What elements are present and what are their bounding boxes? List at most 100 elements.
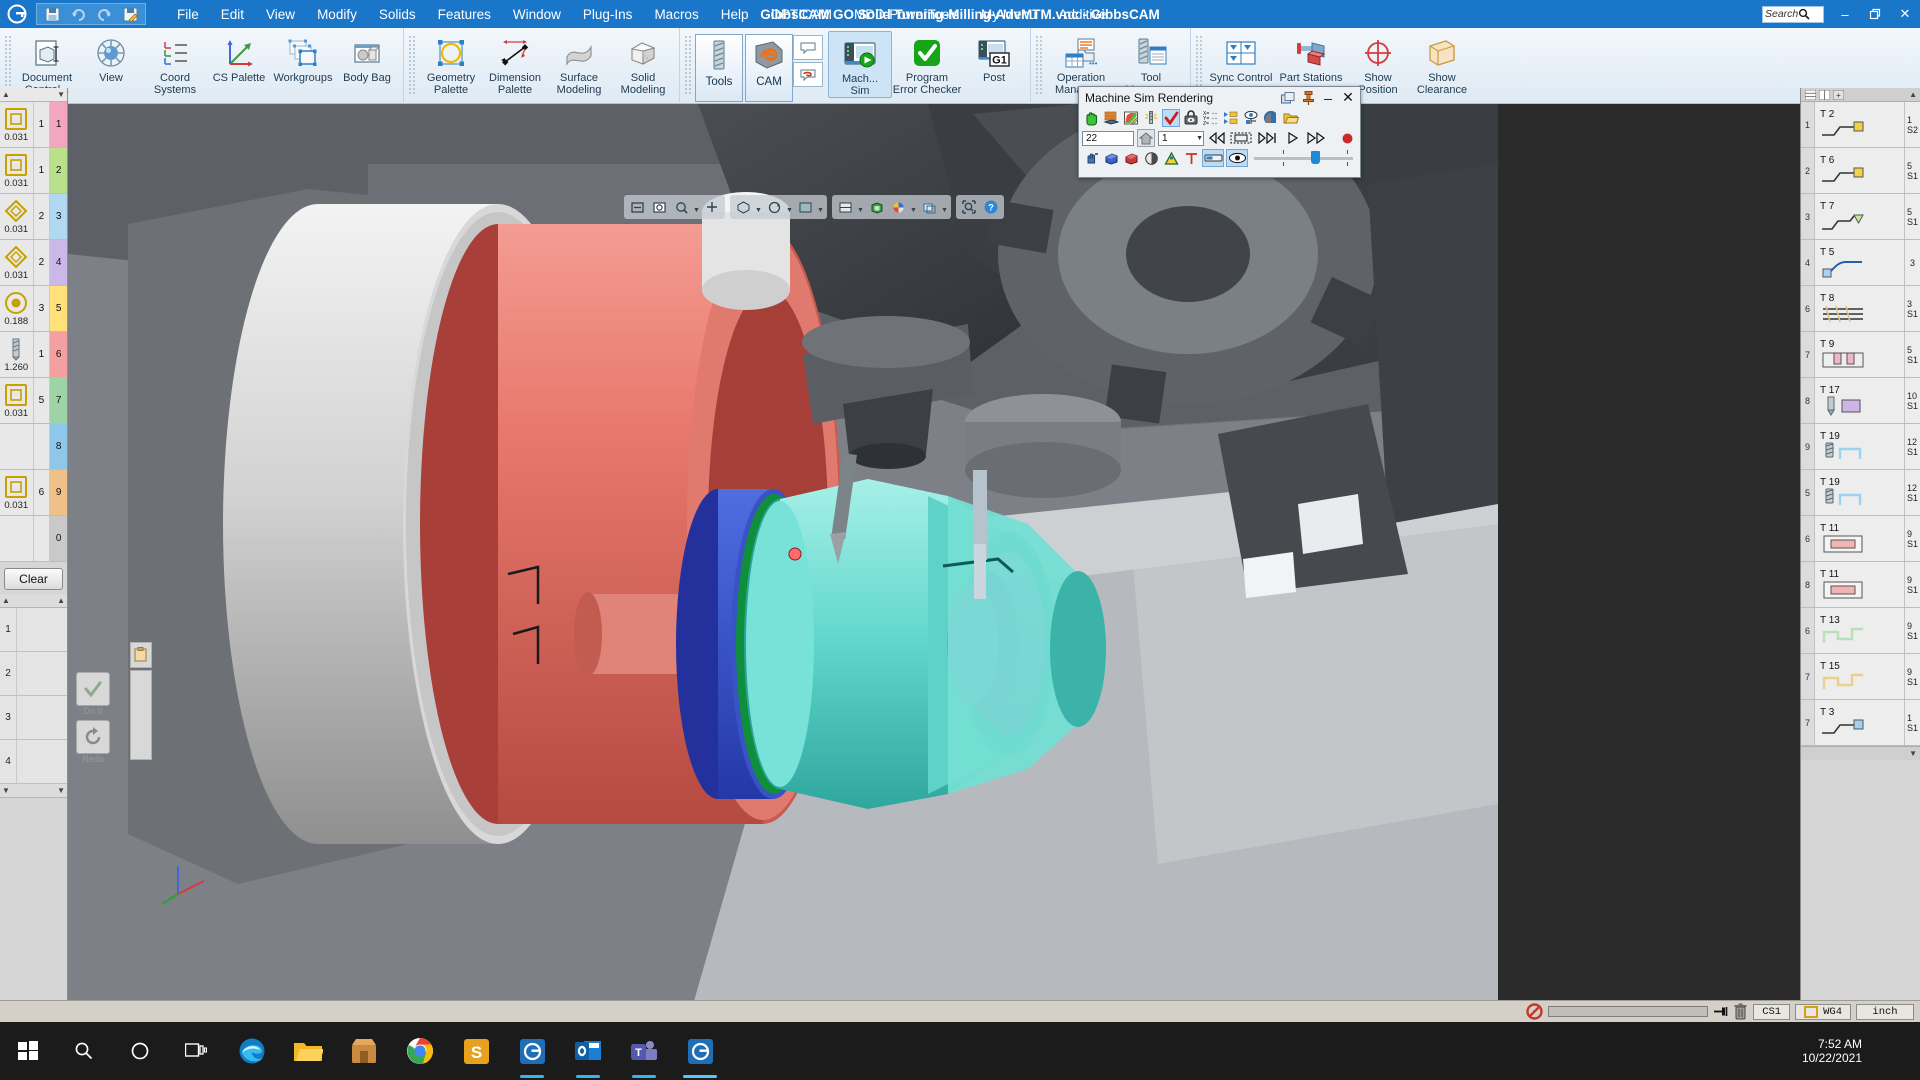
ribbon-dimension-palette[interactable]: Dimension Palette (483, 31, 547, 96)
tool-cell[interactable]: 1.260 (0, 332, 34, 377)
stop-sign-icon[interactable] (1526, 1003, 1543, 1020)
operation-body[interactable]: T 6 (1815, 148, 1904, 193)
tool-row[interactable]: 0 (0, 516, 67, 562)
trash-icon[interactable] (1733, 1003, 1748, 1020)
group-grip[interactable] (1035, 35, 1044, 95)
red-check-icon[interactable] (1162, 109, 1180, 127)
menu-opticam[interactable]: OPTICAM (759, 3, 843, 26)
menu-edit[interactable]: Edit (210, 3, 255, 26)
menu-modify[interactable]: Modify (306, 3, 368, 26)
pick-hand-icon[interactable] (1082, 149, 1100, 167)
window-controls[interactable]: Search – ✕ (1762, 0, 1920, 28)
close-icon[interactable]: ✕ (1338, 88, 1358, 107)
operation-body[interactable]: T 11 (1815, 516, 1904, 561)
operation-row[interactable]: 6 T 11 9 S1 (1801, 516, 1920, 562)
tool-row[interactable]: 0.031 2 4 (0, 240, 67, 286)
operation-body[interactable]: T 5 (1815, 240, 1904, 285)
operation-body[interactable]: T 17 (1815, 378, 1904, 423)
tool-list[interactable]: 0.031 1 1 0.031 1 2 0.031 2 3 0.031 2 4 … (0, 102, 67, 562)
record-red-dot-icon[interactable] (1338, 130, 1357, 146)
cam-callout-icon[interactable] (793, 62, 823, 87)
show-desktop-button[interactable] (1908, 1022, 1920, 1080)
operation-body[interactable]: T 9 (1815, 332, 1904, 377)
menu-macros[interactable]: Macros (643, 3, 709, 26)
speed-select[interactable]: 1 ▼ (1158, 130, 1204, 146)
ribbon-document-control[interactable]: Document Control... (15, 31, 79, 96)
start-button[interactable] (0, 1022, 56, 1080)
search-button[interactable] (56, 1022, 112, 1080)
operation-row[interactable]: 4 T 5 3 (1801, 240, 1920, 286)
cortana-button[interactable] (112, 1022, 168, 1080)
tool-palette[interactable]: ▲ ▼ 0.031 1 1 0.031 1 2 0.031 2 3 0.031 … (0, 88, 68, 1022)
do-it-button[interactable] (76, 672, 110, 706)
chevron-down-icon[interactable]: ▼ (1196, 135, 1203, 142)
gibbscam-window[interactable] (672, 1022, 728, 1080)
tool-cell[interactable]: 0.031 (0, 148, 34, 193)
outlook-app[interactable] (560, 1022, 616, 1080)
ribbon-program-error-checker[interactable]: Program Error Checker (892, 31, 962, 96)
minimize-button[interactable]: – (1830, 0, 1860, 28)
operation-row[interactable]: 8 T 17 10 S1 (1801, 378, 1920, 424)
scroll-down-icon[interactable]: ▲ (57, 596, 65, 605)
tool-palette-scroll-top[interactable]: ▲ ▼ (0, 88, 67, 102)
shade-blue-icon[interactable] (1262, 109, 1280, 127)
task-view-button[interactable] (168, 1022, 224, 1080)
operation-row[interactable]: 8 T 11 9 S1 (1801, 562, 1920, 608)
ribbon-cs-palette[interactable]: CS Palette (207, 31, 271, 84)
magnify-select-icon[interactable] (958, 197, 980, 218)
scroll-up-icon[interactable]: ▲ (2, 90, 10, 99)
play-icon[interactable] (1283, 130, 1302, 146)
redo-icon[interactable] (92, 4, 116, 24)
eye-machine-icon[interactable] (1242, 109, 1260, 127)
zoom-fit-icon[interactable] (648, 197, 670, 218)
ribbon-show-clearance[interactable]: Show Clearance (1410, 31, 1474, 96)
green-hand-icon[interactable] (1082, 109, 1100, 127)
chevron-down-icon[interactable]: ▼ (856, 197, 865, 218)
close-button[interactable]: ✕ (1890, 0, 1920, 28)
chevron-down-icon[interactable]: ▼ (909, 197, 918, 218)
chrome-app[interactable] (392, 1022, 448, 1080)
help-icon[interactable]: ? (980, 197, 1002, 218)
restore-button[interactable] (1860, 0, 1890, 28)
operation-row[interactable]: 7 T 15 9 S1 (1801, 654, 1920, 700)
tool-cell[interactable]: 0.031 (0, 378, 34, 423)
redo-button[interactable] (76, 720, 110, 754)
step-list-icon[interactable] (1222, 109, 1240, 127)
slider-thumb[interactable] (1310, 151, 1320, 164)
ribbon-coord-systems[interactable]: Coord Systems (143, 31, 207, 96)
group-grip[interactable] (684, 35, 693, 95)
callout-icon[interactable] (793, 35, 823, 60)
machine-sim-rendering-dialog[interactable]: Machine Sim Rendering – ✕ X= Y= Z= 22 1 … (1078, 86, 1361, 178)
tool-cell[interactable] (0, 424, 34, 469)
operation-body[interactable]: T 11 (1815, 562, 1904, 607)
store-app[interactable] (336, 1022, 392, 1080)
frame-icon[interactable] (1229, 130, 1253, 146)
clear-button[interactable]: Clear (4, 568, 63, 590)
operation-row[interactable]: 9 T 19 12 S1 (1801, 424, 1920, 470)
tool-cell[interactable] (0, 516, 34, 561)
scroll-down-icon[interactable]: ▼ (1909, 749, 1920, 758)
tool-cell[interactable]: 0.031 (0, 240, 34, 285)
display-mode-icon[interactable] (834, 197, 856, 218)
chevron-down-icon[interactable]: ▼ (692, 197, 701, 218)
menu-plug-ins[interactable]: Plug-Ins (572, 3, 644, 26)
operation-list[interactable]: 1 2 3 4 (0, 608, 67, 784)
menu-file[interactable]: File (166, 3, 210, 26)
zoom-window-icon[interactable] (626, 197, 648, 218)
chevron-down-icon[interactable]: ▼ (940, 197, 949, 218)
viewport-display-group[interactable]: ▼ ▼ ▼ (832, 195, 951, 219)
operation-palette-footer[interactable]: ▼ (1801, 746, 1920, 760)
operation-row[interactable]: 2 T 6 5 S1 (1801, 148, 1920, 194)
viewport-toolbar[interactable]: ▼ ▼ ▼ ▼ ▼ ▼ ▼ ? (624, 194, 1074, 220)
layers-icon[interactable] (918, 197, 940, 218)
operation-row[interactable]: 6 T 13 9 S1 (1801, 608, 1920, 654)
viewport-zoom-group[interactable]: ▼ (624, 195, 725, 219)
dialog-toolbar-row-1[interactable]: X= Y= Z= (1079, 108, 1360, 128)
step-forward-icon[interactable] (1256, 130, 1280, 146)
ops-scroll[interactable]: ▲ ▲ (0, 594, 67, 608)
gibbscam-app[interactable] (504, 1022, 560, 1080)
ribbon-part-stations[interactable]: Part Stations (1276, 31, 1346, 84)
ribbon-post[interactable]: G1 Post (962, 31, 1026, 84)
operation-row[interactable]: 1 T 2 1 S2 (1801, 102, 1920, 148)
scroll-up-icon[interactable]: ▼ (2, 786, 10, 795)
